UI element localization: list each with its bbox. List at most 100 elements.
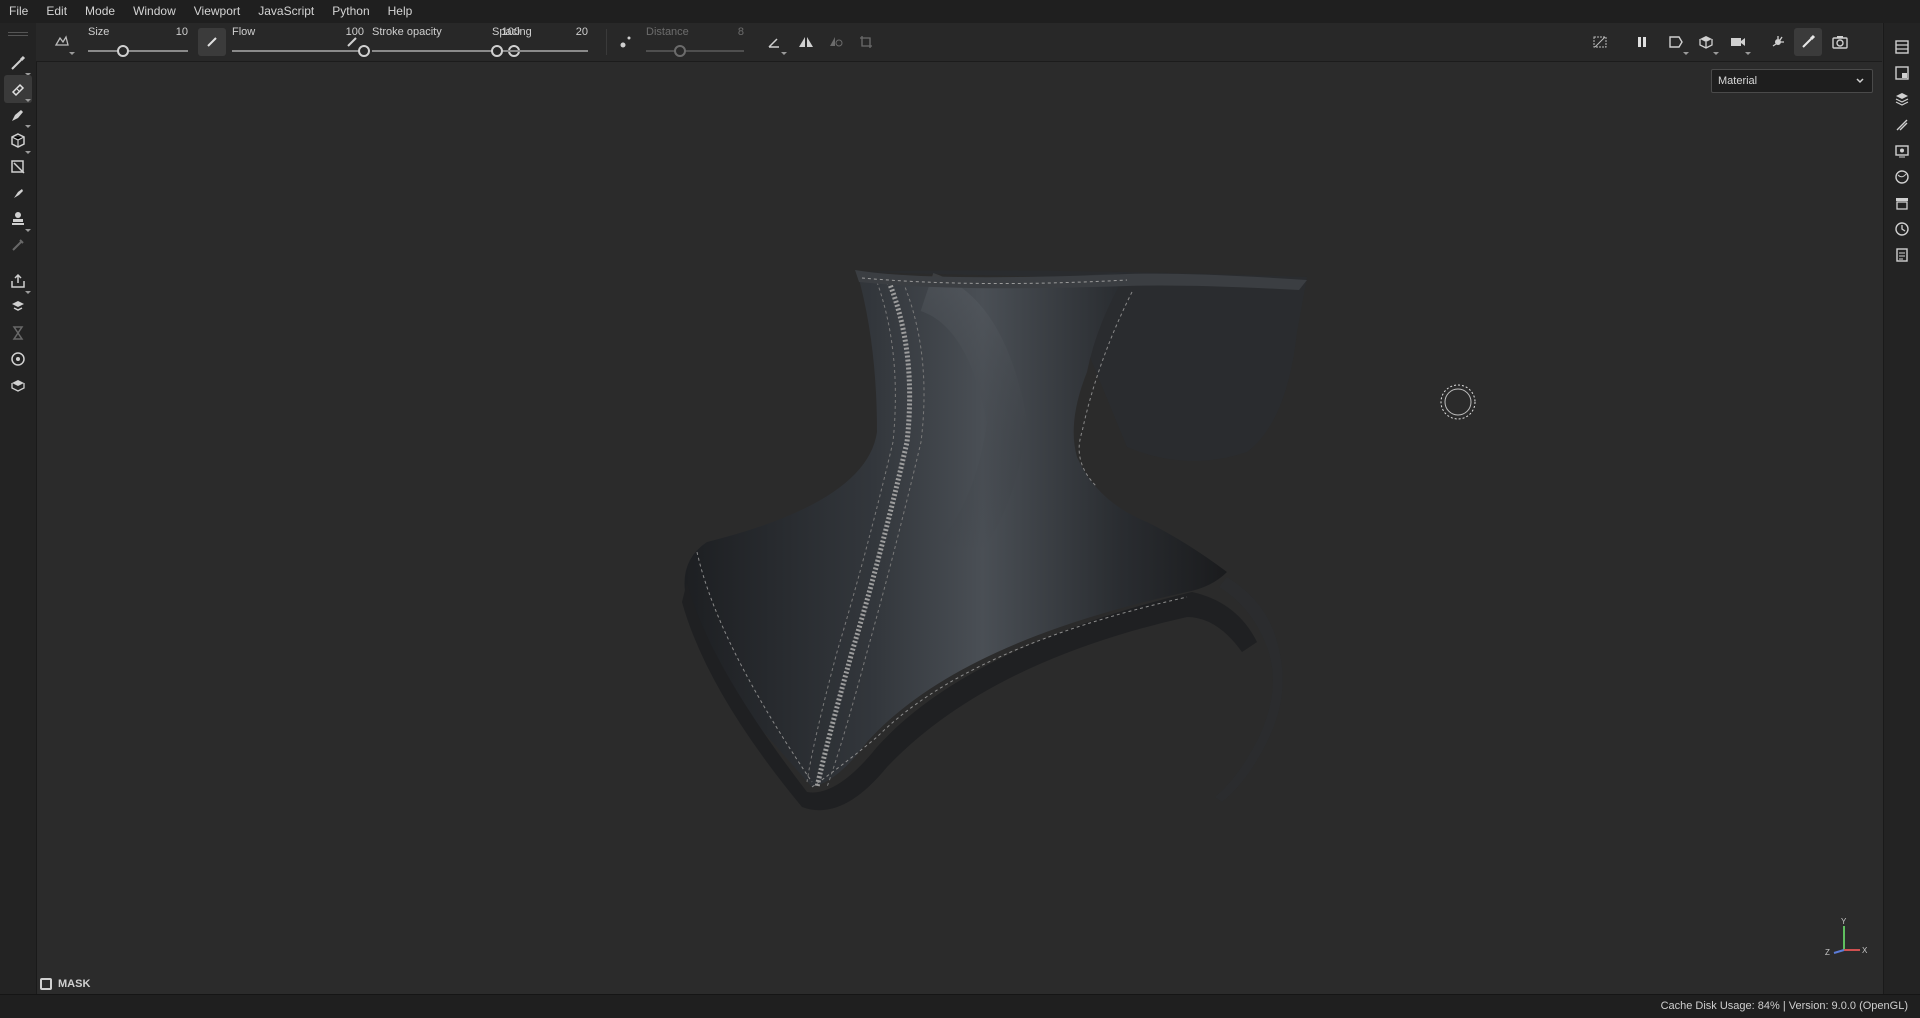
crop-icon <box>860 36 872 48</box>
distance-slider-knob <box>674 45 687 57</box>
stamp-tool[interactable] <box>4 205 32 233</box>
clone-tool[interactable] <box>4 179 32 207</box>
bake-icon <box>12 301 24 311</box>
mask-checkbox-icon <box>40 978 52 990</box>
assets-button[interactable] <box>1888 189 1916 217</box>
menu-edit[interactable]: Edit <box>37 0 76 23</box>
alignment-button[interactable] <box>760 28 788 56</box>
brush-mode-icon <box>1802 34 1816 48</box>
distance-label: Distance <box>646 26 689 38</box>
brush-preset-button[interactable] <box>48 28 76 56</box>
menu-window[interactable]: Window <box>124 0 185 23</box>
mask-toggle[interactable]: MASK <box>40 978 90 990</box>
menu-mode[interactable]: Mode <box>76 0 124 23</box>
hide-ui-button[interactable] <box>1586 28 1614 56</box>
flow-label: Flow <box>232 26 256 38</box>
3d-viewport[interactable]: Material Y X Z MASK <box>37 62 1883 994</box>
spacing-label: Spacing <box>492 26 532 38</box>
spacing-slider[interactable] <box>492 50 588 52</box>
view-2d3d-icon <box>1669 36 1683 48</box>
menu-help[interactable]: Help <box>379 0 422 23</box>
eraser-icon <box>11 83 25 97</box>
display-mode-button[interactable] <box>1692 28 1720 56</box>
hide-view-icon <box>1593 36 1607 48</box>
texture-set-icon <box>1895 66 1909 80</box>
layer-stack-icon <box>1895 93 1909 106</box>
viewport-mode-dropdown[interactable]: Material <box>1711 69 1873 93</box>
shader-settings-icon <box>1895 170 1909 184</box>
log-button[interactable] <box>1888 241 1916 269</box>
history-icon <box>1895 222 1909 236</box>
layer-stack-button[interactable] <box>1888 85 1916 113</box>
size-value[interactable]: 10 <box>136 26 188 38</box>
leather-corset-model[interactable] <box>627 222 1327 822</box>
layers-panel-button[interactable] <box>1888 33 1916 61</box>
painting-mode-button[interactable] <box>1794 28 1822 56</box>
properties-button[interactable] <box>1888 111 1916 139</box>
screenshot-button[interactable] <box>1826 28 1854 56</box>
right-panel-bar <box>1883 23 1920 994</box>
mesh-tool[interactable] <box>4 345 32 373</box>
bake-tool[interactable] <box>4 293 32 321</box>
export-icon <box>11 273 25 288</box>
left-toolbar <box>0 23 37 994</box>
iray-icon <box>12 326 24 340</box>
color-picker-icon <box>12 212 24 225</box>
symmetry-icon <box>799 37 813 47</box>
axis-y-label: Y <box>1841 917 1847 926</box>
spacing-slider-knob[interactable] <box>490 45 503 57</box>
size-slider[interactable] <box>88 50 188 52</box>
distance-slider <box>646 50 744 52</box>
export-tool[interactable] <box>4 267 32 295</box>
paint-brush-icon <box>11 55 26 70</box>
alignment-icon <box>768 38 779 48</box>
picker-tool[interactable] <box>4 231 32 259</box>
status-bar: Cache Disk Usage: 84% | Version: 9.0.0 (… <box>0 994 1920 1018</box>
camera-button[interactable] <box>1724 28 1752 56</box>
tool-properties-bar: Size 10 Flow 100 Stroke opacity 100 Spac… <box>36 23 1882 62</box>
size-slider-knob[interactable] <box>117 45 129 57</box>
pen-pressure-icon <box>347 37 357 47</box>
brush-preset-icon <box>54 35 69 46</box>
axis-z-label: Z <box>1825 948 1830 957</box>
view-mode-button[interactable] <box>1662 28 1690 56</box>
symmetry-settings-button[interactable] <box>822 28 850 56</box>
display-settings-button[interactable] <box>1888 137 1916 165</box>
axis-x-label: X <box>1862 946 1868 955</box>
material-splash-icon <box>1772 36 1784 47</box>
projection-tool[interactable] <box>4 101 32 129</box>
auto-unwrap-button[interactable] <box>1764 28 1792 56</box>
axis-gizmo: Y X Z <box>1825 917 1868 957</box>
spacing-value[interactable]: 20 <box>536 26 588 38</box>
menu-python[interactable]: Python <box>323 0 378 23</box>
smudge-tool[interactable] <box>4 153 32 181</box>
symmetry-button[interactable] <box>792 28 820 56</box>
layers-panel-icon <box>1895 40 1909 54</box>
pause-render-button[interactable] <box>1628 28 1656 56</box>
geometry-fill-tool[interactable] <box>4 127 32 155</box>
cube-tool[interactable] <box>4 371 32 399</box>
assets-icon <box>1896 198 1908 210</box>
size-label: Size <box>88 26 110 38</box>
shader-settings-button[interactable] <box>1888 163 1916 191</box>
texture-set-button[interactable] <box>1888 59 1916 87</box>
eraser-tool[interactable] <box>4 75 32 103</box>
lazy-mouse-button[interactable] <box>612 28 640 56</box>
chevron-down-icon <box>1856 78 1864 84</box>
menu-file[interactable]: File <box>0 0 37 23</box>
crop-button[interactable] <box>852 28 880 56</box>
menu-javascript[interactable]: JavaScript <box>249 0 323 23</box>
history-button[interactable] <box>1888 215 1916 243</box>
cache-version-status: Cache Disk Usage: 84% | Version: 9.0.0 (… <box>1660 1000 1908 1012</box>
clone-icon <box>14 189 23 198</box>
lazy-mouse-icon <box>620 36 631 48</box>
brush-cursor <box>1440 384 1476 420</box>
menu-viewport[interactable]: Viewport <box>185 0 249 23</box>
size-pressure-button[interactable] <box>198 28 226 56</box>
flow-pressure-button[interactable] <box>338 28 366 56</box>
paint-brush-tool[interactable] <box>4 49 32 77</box>
mesh-icon <box>11 352 25 366</box>
distance-value: 8 <box>737 26 744 38</box>
iray-tool[interactable] <box>4 319 32 347</box>
symmetry-settings-icon <box>830 37 843 47</box>
